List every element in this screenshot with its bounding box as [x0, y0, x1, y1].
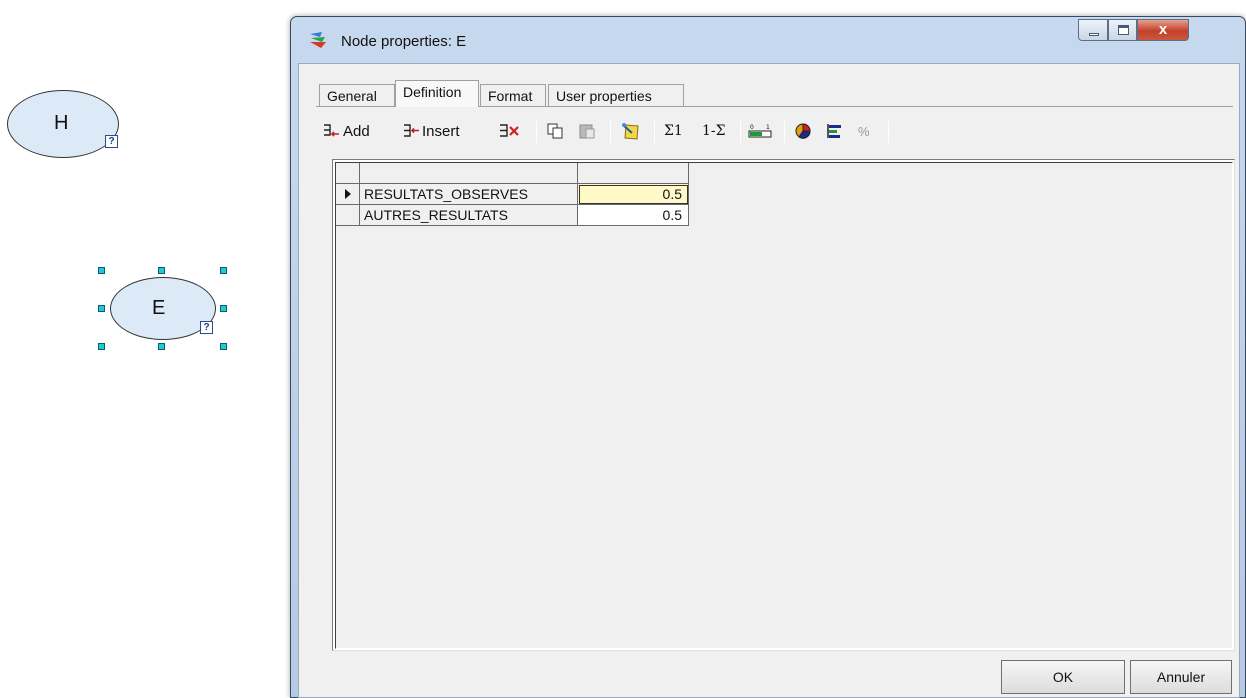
percent-button[interactable]: %: [858, 118, 878, 144]
question-icon: ?: [200, 321, 213, 334]
add-state-icon: [324, 124, 339, 137]
normalize-icon: Σ1: [664, 123, 683, 139]
close-button[interactable]: x: [1137, 19, 1189, 41]
selection-handle[interactable]: [220, 267, 227, 274]
tab-user-properties[interactable]: User properties: [548, 84, 684, 106]
state-probability-cell[interactable]: 0.5: [578, 205, 689, 226]
selection-handle[interactable]: [98, 343, 105, 350]
dialog-client: General Definition Format User propertie…: [298, 63, 1240, 698]
row-pointer-glyph: [344, 189, 351, 199]
grid-column-header-value[interactable]: [578, 163, 689, 184]
grid-column-header-state[interactable]: [360, 163, 578, 184]
selection-handle[interactable]: [158, 267, 165, 274]
maximize-icon: [1118, 25, 1129, 35]
minimize-icon: [1089, 33, 1099, 36]
title-bar[interactable]: Node properties: E x: [291, 17, 1245, 63]
bar-chart-icon: [827, 124, 841, 138]
state-label[interactable]: AUTRES_RESULTATS: [360, 205, 578, 226]
row-pointer-icon[interactable]: [336, 184, 360, 205]
copy-button[interactable]: [546, 118, 570, 144]
paste-icon: [579, 124, 595, 139]
add-label: Add: [343, 122, 370, 140]
grid-background: [335, 162, 1233, 649]
wizard-button[interactable]: [620, 118, 646, 144]
wizard-icon: [622, 123, 639, 140]
toolbar-separator: [654, 121, 655, 143]
paste-button[interactable]: [578, 118, 602, 144]
selection-handle[interactable]: [158, 343, 165, 350]
minimize-button[interactable]: [1078, 19, 1108, 41]
insert-state-button[interactable]: Insert: [402, 118, 488, 144]
discretize-icon: 0 1: [748, 124, 772, 138]
svg-text:1: 1: [766, 124, 770, 131]
pie-chart-button[interactable]: [794, 118, 818, 144]
node-h-label: H: [54, 112, 69, 134]
node-e[interactable]: E ?: [98, 264, 232, 356]
insert-state-icon: [404, 124, 419, 137]
selection-handle[interactable]: [98, 267, 105, 274]
complement-icon: 1-Σ: [702, 123, 726, 139]
bar-chart-button[interactable]: [826, 118, 850, 144]
normalize-button[interactable]: Σ1: [664, 118, 694, 144]
toolbar-separator: [784, 121, 785, 143]
toolbar-separator: [536, 121, 537, 143]
row-header[interactable]: [336, 205, 360, 226]
pie-chart-icon: [795, 123, 811, 139]
dialog-title: Node properties: E: [341, 33, 467, 50]
toolbar-separator: [610, 121, 611, 143]
node-h[interactable]: H ?: [7, 90, 127, 160]
maximize-button[interactable]: [1108, 19, 1137, 41]
tab-format[interactable]: Format: [480, 84, 546, 106]
definition-grid[interactable]: RESULTATS_OBSERVES 0.5 AUTRES_RESULTATS …: [332, 159, 1235, 651]
discretize-button[interactable]: 0 1: [748, 118, 776, 144]
selection-handle[interactable]: [220, 305, 227, 312]
tab-definition[interactable]: Definition: [395, 80, 479, 107]
delete-state-button[interactable]: [498, 118, 528, 144]
node-e-label: E: [152, 297, 166, 319]
graph-canvas[interactable]: H ? E ? Node properties: E x General Def…: [0, 0, 1246, 698]
toolbar-separator: [740, 121, 741, 143]
cancel-button[interactable]: Annuler: [1130, 660, 1232, 694]
add-state-button[interactable]: Add: [322, 118, 390, 144]
insert-label: Insert: [422, 122, 460, 140]
selection-handle[interactable]: [220, 343, 227, 350]
state-probability-cell[interactable]: 0.5: [578, 184, 689, 205]
close-icon: x: [1158, 21, 1168, 38]
grid-corner-header: [336, 163, 360, 184]
selection-handle[interactable]: [98, 305, 105, 312]
toolbar-separator: [888, 121, 889, 143]
percent-icon: %: [858, 123, 870, 139]
delete-state-icon: [500, 124, 519, 137]
complement-button[interactable]: 1-Σ: [702, 118, 732, 144]
svg-text:0: 0: [750, 124, 754, 131]
question-icon: ?: [105, 135, 118, 148]
node-properties-dialog: Node properties: E x General Definition …: [290, 16, 1246, 698]
state-label[interactable]: RESULTATS_OBSERVES: [360, 184, 578, 205]
app-icon: [310, 32, 326, 48]
copy-icon: [547, 123, 563, 139]
tab-general[interactable]: General: [319, 84, 395, 106]
ok-button[interactable]: OK: [1001, 660, 1125, 694]
